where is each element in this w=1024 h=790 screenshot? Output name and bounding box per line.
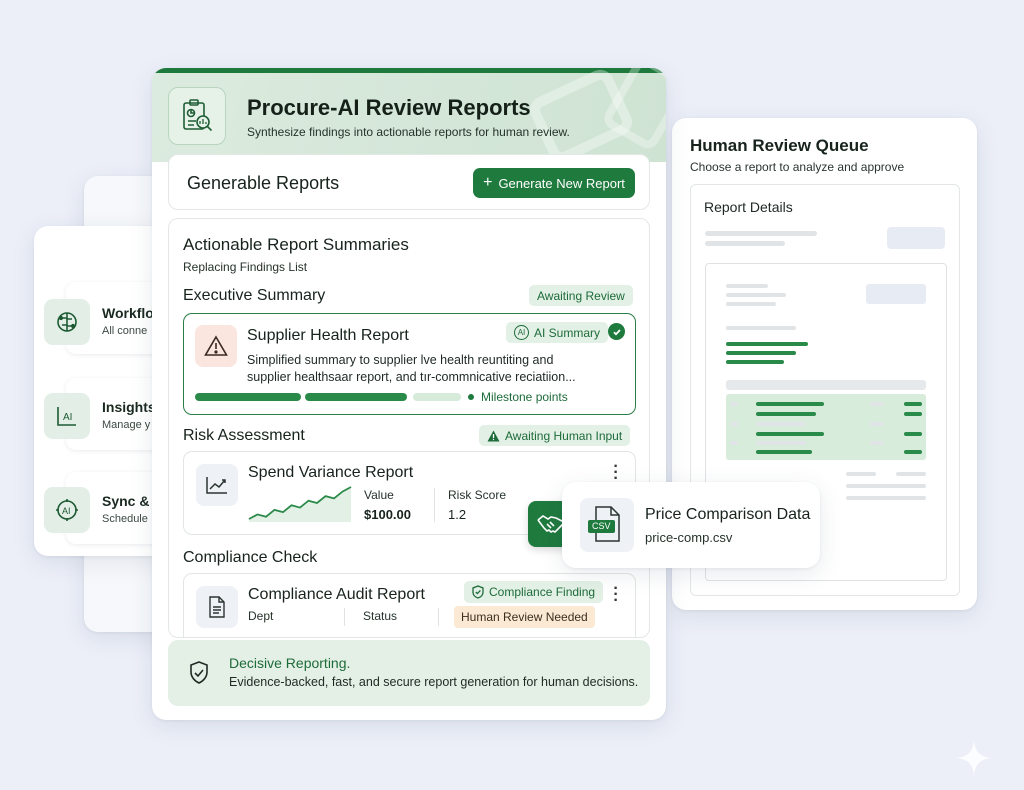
risk-score-label: Risk Score xyxy=(448,488,507,502)
status-label: Status xyxy=(363,609,398,623)
progress-segment xyxy=(305,393,407,401)
progress-segment xyxy=(195,393,301,401)
main-panel: Procure-AI Review Reports Synthesize fin… xyxy=(152,68,666,720)
left-item-title: Workflo xyxy=(102,305,154,321)
divider xyxy=(434,488,435,522)
page-title: Procure-AI Review Reports xyxy=(247,95,531,120)
spend-sparkline xyxy=(248,486,352,522)
left-item-subtitle: Manage y xyxy=(102,419,151,431)
left-item-subtitle: All conne xyxy=(102,325,148,337)
more-options-icon[interactable]: · · · xyxy=(612,581,620,609)
trend-chart-icon xyxy=(196,464,238,506)
price-comparison-attachment[interactable]: CSV Price Comparison Data price-comp.csv xyxy=(562,482,820,568)
check-circle-icon xyxy=(608,323,625,340)
ai-summary-label: AI Summary xyxy=(534,325,601,340)
supplier-health-description: Simplified summary to supplier lve healt… xyxy=(247,353,576,384)
compliance-check-heading: Compliance Check xyxy=(183,549,318,566)
attachment-filename: price-comp.csv xyxy=(645,530,733,545)
document-icon xyxy=(196,586,238,628)
brain-circuit-icon xyxy=(44,299,90,345)
queue-title: Human Review Queue xyxy=(690,136,869,155)
page-subtitle: Synthesize findings into actionable repo… xyxy=(247,125,570,139)
sparkle-icon xyxy=(956,740,992,776)
milestone-label: Milestone points xyxy=(481,390,568,404)
queue-subtitle: Choose a report to analyze and approve xyxy=(690,160,905,174)
left-item-title: Insights xyxy=(102,399,154,415)
ai-chart-icon: AI xyxy=(44,393,90,439)
left-item-subtitle: Schedule xyxy=(102,513,148,525)
risk-assessment-heading: Risk Assessment xyxy=(183,427,305,444)
status-label: Awaiting Human Input xyxy=(505,428,623,443)
svg-text:AI: AI xyxy=(63,412,72,423)
ai-chip-icon: AI xyxy=(44,487,90,533)
status-badge: Awaiting Review xyxy=(529,285,633,306)
placeholder-button xyxy=(887,227,945,249)
shield-check-icon xyxy=(472,585,484,599)
compliance-audit-card[interactable]: Compliance Audit Report Compliance Findi… xyxy=(183,573,636,637)
compliance-finding-label: Compliance Finding xyxy=(489,585,596,599)
generate-button-label: Generate New Report xyxy=(498,175,625,191)
left-item-title: Sync & xyxy=(102,493,150,509)
summaries-subtitle: Replacing Findings List xyxy=(183,260,308,274)
status-badge: Awaiting Human Input xyxy=(479,425,631,446)
report-details-title: Report Details xyxy=(704,199,793,215)
divider xyxy=(438,608,439,626)
ai-circle-icon: AI xyxy=(514,325,529,340)
main-header: Procure-AI Review Reports Synthesize fin… xyxy=(152,68,666,167)
placeholder-line xyxy=(705,231,817,236)
alert-triangle-icon xyxy=(487,430,500,441)
dept-label: Dept xyxy=(248,609,274,623)
placeholder-line xyxy=(705,241,785,246)
ai-summary-badge: AI AI Summary xyxy=(506,322,609,343)
spend-variance-title: Spend Variance Report xyxy=(248,464,414,481)
more-options-icon[interactable]: · · · xyxy=(612,459,620,487)
executive-summary-heading: Executive Summary xyxy=(183,287,326,304)
supplier-health-card[interactable]: Supplier Health Report AI AI Summary Sim… xyxy=(183,313,636,415)
generable-reports-bar: Generable Reports + Generate New Report xyxy=(168,154,650,210)
value-amount: $100.00 xyxy=(364,507,411,522)
warning-icon xyxy=(195,325,237,367)
generate-new-report-button[interactable]: + Generate New Report xyxy=(473,168,635,198)
footer-title: Decisive Reporting. xyxy=(229,655,351,671)
milestone-dot-icon xyxy=(468,394,474,400)
report-analysis-icon xyxy=(168,87,226,145)
csv-file-icon: CSV xyxy=(580,498,634,552)
compliance-audit-title: Compliance Audit Report xyxy=(248,586,425,603)
footer-banner: Decisive Reporting. Evidence-backed, fas… xyxy=(168,640,650,706)
progress-segment xyxy=(413,393,461,401)
supplier-health-title: Supplier Health Report xyxy=(247,327,409,344)
shield-check-icon xyxy=(188,660,210,691)
svg-text:AI: AI xyxy=(62,506,71,516)
risk-score-value: 1.2 xyxy=(448,507,467,522)
value-label: Value xyxy=(364,488,394,502)
footer-text: Evidence-backed, fast, and secure report… xyxy=(229,675,639,689)
summaries-title: Actionable Report Summaries xyxy=(183,235,409,254)
compliance-finding-badge: Compliance Finding xyxy=(464,581,604,603)
generable-title: Generable Reports xyxy=(187,173,340,193)
divider xyxy=(344,608,345,626)
summaries-section: Actionable Report Summaries Replacing Fi… xyxy=(168,218,650,638)
human-review-tag: Human Review Needed xyxy=(454,606,595,628)
attachment-title: Price Comparison Data xyxy=(645,506,811,523)
plus-icon: + xyxy=(483,174,493,191)
csv-tag: CSV xyxy=(588,520,615,533)
